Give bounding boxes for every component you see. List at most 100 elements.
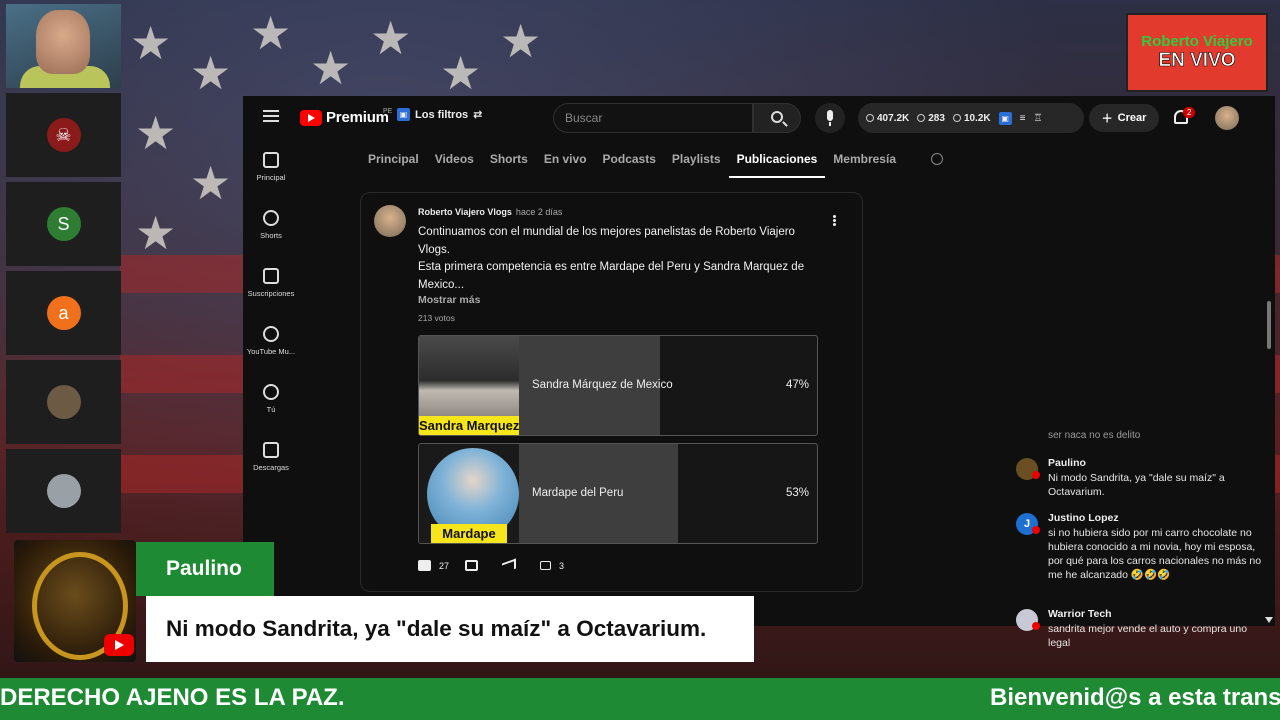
tab-principal[interactable]: Principal	[360, 150, 427, 178]
sidebar-item-descargas[interactable]: Descargas	[243, 442, 299, 500]
shorts-icon	[263, 210, 279, 226]
star-icon: ★	[500, 15, 542, 67]
tab-shorts[interactable]: Shorts	[482, 150, 536, 178]
sidebar-item-shorts[interactable]: Shorts	[243, 210, 299, 268]
participant-avatar	[46, 385, 81, 419]
tab-membresia[interactable]: Membresía	[825, 150, 904, 178]
youtube-badge-icon	[1032, 622, 1040, 630]
page-scrollbar[interactable]	[1267, 301, 1271, 349]
eye-icon	[952, 114, 961, 122]
like-icon[interactable]	[418, 560, 431, 571]
clock-icon	[866, 114, 874, 122]
menu-icon[interactable]	[263, 110, 279, 122]
poll-option[interactable]: Sandra Marquez Sandra Márquez de Mexico …	[418, 335, 818, 436]
channel-logo: Roberto Viajero EN VIVO	[1126, 13, 1268, 92]
music-icon	[263, 326, 279, 342]
account-avatar[interactable]	[1215, 106, 1239, 130]
sidebar-item-tu[interactable]: Tú	[243, 384, 299, 442]
create-label: Crear	[1117, 112, 1147, 124]
youtube-icon	[104, 634, 134, 656]
youtube-logo[interactable]: Premium	[300, 109, 389, 126]
post-author[interactable]: Roberto Viajero Vlogs	[418, 207, 512, 217]
chat-scroll-down-icon[interactable]	[1265, 617, 1273, 623]
option-image: Sandra Marquez	[419, 336, 519, 435]
list-icon[interactable]: ≡	[1020, 113, 1026, 124]
user-icon	[263, 384, 279, 400]
lower-third-name: Paulino	[136, 542, 274, 596]
logo-line2: EN VIVO	[1158, 50, 1236, 72]
channel-tabs: Principal Videos Shorts En vivo Podcasts…	[360, 150, 904, 178]
home-icon	[263, 152, 279, 168]
chat-text: sandrita mejor vende el auto y compra un…	[1048, 623, 1248, 649]
views-stat: 407.2K	[866, 113, 909, 124]
create-button[interactable]: ＋ Crear	[1089, 104, 1159, 132]
tab-videos[interactable]: Videos	[427, 150, 482, 178]
filters-button[interactable]: ▣ Los filtros ⇄	[397, 108, 482, 121]
search-input[interactable]: Buscar	[553, 103, 753, 133]
star-icon: ★	[130, 17, 172, 69]
chat-faded-message: ser naca no es delito	[1048, 430, 1141, 441]
youtube-play-icon	[300, 109, 322, 126]
search-icon	[771, 111, 783, 123]
watching-value: 283	[928, 112, 945, 124]
region-code: PE	[383, 108, 393, 115]
star-icon: ★	[250, 7, 292, 59]
stats-pill[interactable]: 407.2K 283 10.2K ▣ ≡ ♖	[858, 103, 1084, 133]
sidebar-label: Tú	[266, 405, 276, 414]
watching-stat: 283	[917, 113, 945, 124]
community-post: Roberto Viajero Vlogs hace 2 días Continu…	[360, 192, 863, 592]
sidebar-label: Suscripciones	[247, 289, 295, 298]
star-icon: ★	[190, 47, 232, 99]
author-avatar[interactable]	[374, 205, 406, 237]
likes-value: 10.2K	[963, 112, 991, 124]
chat-author: Justino Lopez	[1048, 512, 1119, 524]
tab-playlists[interactable]: Playlists	[664, 150, 729, 178]
sidebar-item-youtube-music[interactable]: YouTube Mu...	[243, 326, 299, 384]
participant-avatar	[46, 474, 81, 508]
youtube-topbar: Premium PE ▣ Los filtros ⇄ Buscar 407.2K…	[243, 96, 1275, 140]
chat-text: Ni modo Sandrita, ya "dale su maíz" a Oc…	[1048, 472, 1225, 498]
sidebar-item-suscripciones[interactable]: Suscripciones	[243, 268, 299, 326]
share-icon[interactable]	[502, 557, 517, 574]
chat-overlay: ser naca no es delito Paulino Ni modo Sa…	[1010, 425, 1265, 658]
option-image-caption: Sandra Marquez	[419, 416, 519, 435]
star-icon: ★	[190, 157, 232, 209]
filters-label: Los filtros	[415, 108, 469, 121]
vote-count: 213 votos	[418, 313, 455, 323]
lower-third-message: Ni modo Sandrita, ya "dale su maíz" a Oc…	[146, 596, 754, 662]
subscriptions-icon	[263, 268, 279, 284]
news-ticker: DERECHO AJENO ES LA PAZ. Bienvenid@s a e…	[0, 678, 1280, 720]
like-count: 27	[439, 560, 450, 571]
sidebar-item-principal[interactable]: Principal	[243, 152, 299, 210]
search-button[interactable]	[753, 103, 801, 133]
youtube-brand: Premium	[326, 109, 389, 126]
trophy-icon[interactable]: ♖	[1033, 113, 1042, 124]
comment-icon[interactable]	[540, 561, 552, 570]
post-header: Roberto Viajero Vlogs hace 2 días	[418, 207, 562, 217]
sidebar-label: Principal	[256, 173, 286, 182]
logo-line1: Roberto Viajero	[1141, 33, 1253, 50]
participant-tile	[6, 449, 121, 533]
post-time: hace 2 días	[515, 207, 563, 217]
participant-tile: a	[6, 271, 121, 355]
more-options-icon[interactable]	[833, 215, 836, 218]
download-icon	[263, 442, 279, 458]
sidebar-label: Descargas	[253, 463, 289, 472]
tab-podcasts[interactable]: Podcasts	[595, 150, 664, 178]
participant-tile: S	[6, 182, 121, 266]
poll-option[interactable]: Mardape Mardape del Peru 53%	[418, 443, 818, 544]
sidebar-label: Shorts	[260, 231, 282, 240]
option-image: Mardape	[419, 444, 519, 543]
post-body: Continuamos con el mundial de los mejore…	[418, 226, 805, 291]
tab-publicaciones[interactable]: Publicaciones	[728, 150, 826, 178]
mic-icon[interactable]	[815, 103, 845, 133]
star-icon: ★	[135, 107, 177, 159]
dislike-icon[interactable]	[465, 560, 479, 571]
comment-count: 3	[559, 560, 565, 571]
extension-icon[interactable]: ▣	[998, 111, 1012, 125]
chat-author: Paulino	[1048, 457, 1086, 469]
tab-en-vivo[interactable]: En vivo	[536, 150, 595, 178]
show-more-link[interactable]: Mostrar más	[418, 294, 480, 306]
channel-search-icon[interactable]	[931, 153, 943, 165]
chat-text: si no hubiera sido por mi carro chocolat…	[1048, 527, 1262, 581]
